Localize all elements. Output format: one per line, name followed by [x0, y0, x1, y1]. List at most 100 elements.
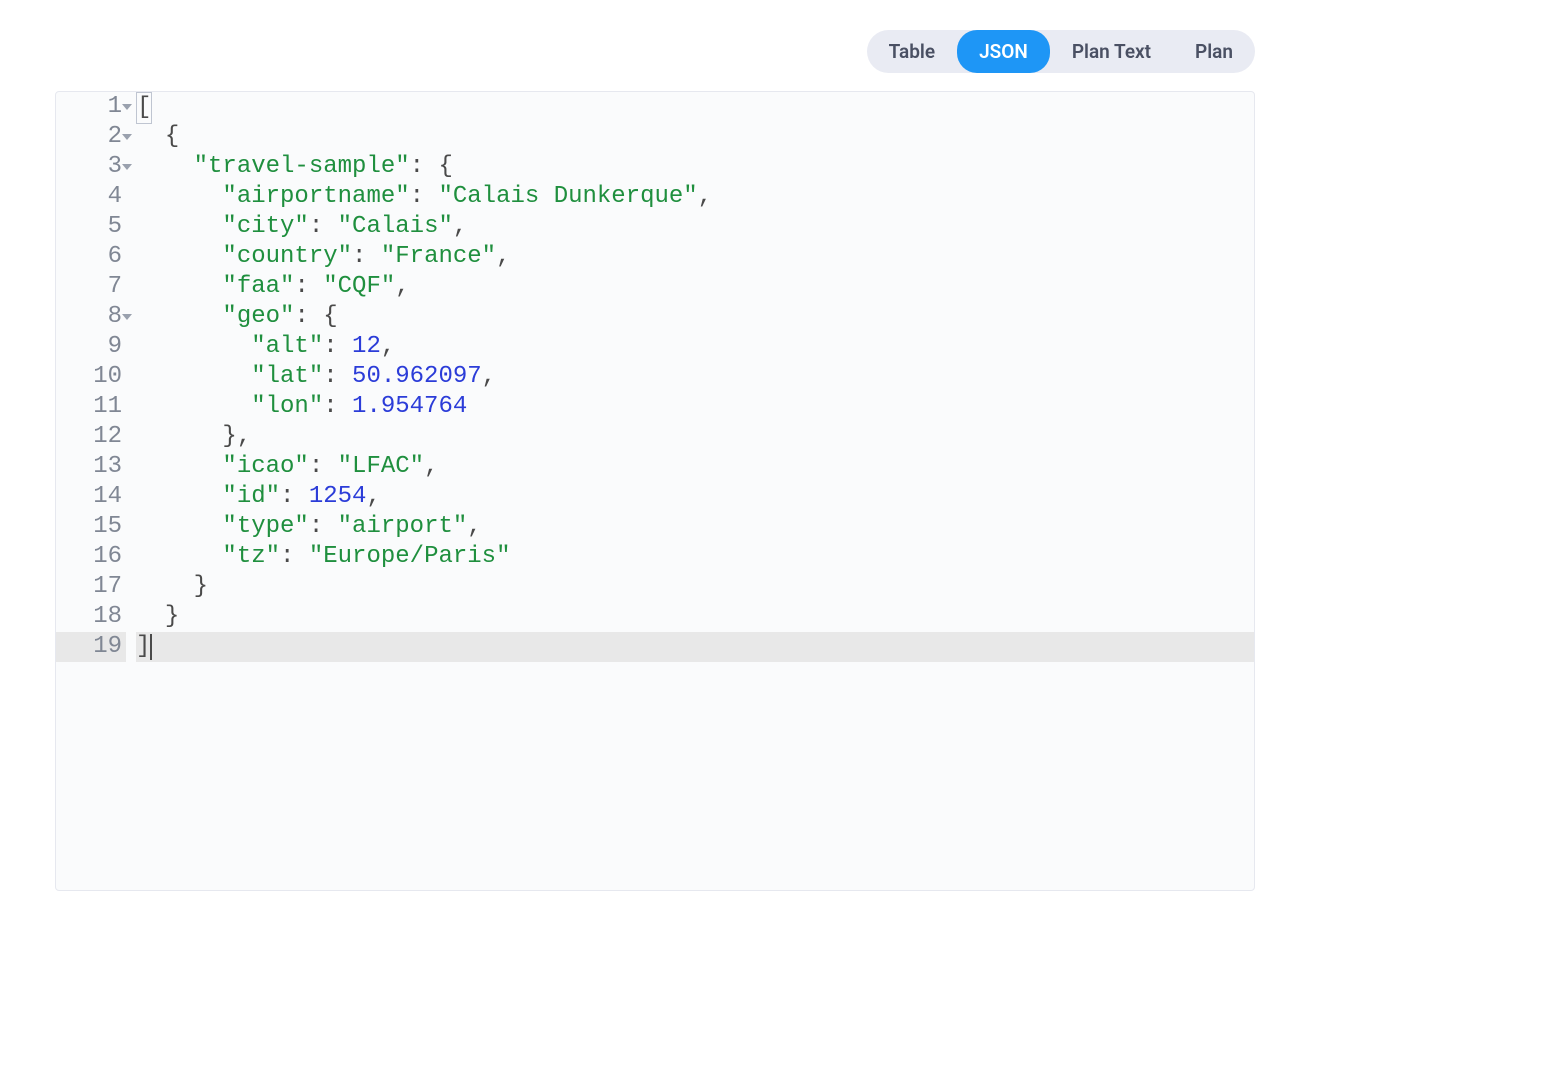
token-punct: , — [467, 513, 481, 540]
token-key: "alt" — [251, 333, 323, 360]
line-number: 11 — [56, 392, 126, 422]
code-line[interactable]: "id": 1254, — [136, 482, 1254, 512]
line-number: 1 — [56, 92, 126, 122]
line-number: 4 — [56, 182, 126, 212]
token-key: "country" — [222, 243, 352, 270]
code-line[interactable]: } — [136, 572, 1254, 602]
token-punct: : — [309, 213, 338, 240]
code-line[interactable]: { — [136, 122, 1254, 152]
code-area[interactable]: [ { "travel-sample": { "airportname": "C… — [136, 92, 1254, 890]
token-key: "geo" — [222, 303, 294, 330]
line-number: 16 — [56, 542, 126, 572]
line-number: 2 — [56, 122, 126, 152]
token-key: "airportname" — [222, 183, 409, 210]
token-punct: { — [165, 123, 179, 150]
code-line[interactable]: "travel-sample": { — [136, 152, 1254, 182]
token-key: "travel-sample" — [194, 153, 410, 180]
token-punct: : — [410, 153, 439, 180]
code-line[interactable]: "airportname": "Calais Dunkerque", — [136, 182, 1254, 212]
line-number: 13 — [56, 452, 126, 482]
code-line[interactable]: "type": "airport", — [136, 512, 1254, 542]
token-num: 1.954764 — [352, 393, 467, 420]
token-punct: : — [309, 513, 338, 540]
code-line[interactable]: "lon": 1.954764 — [136, 392, 1254, 422]
line-number: 14 — [56, 482, 126, 512]
tab-json[interactable]: JSON — [957, 30, 1050, 73]
token-punct: , — [366, 483, 380, 510]
token-punct: , — [453, 213, 467, 240]
token-punct: [ — [136, 92, 152, 124]
code-line[interactable]: "lat": 50.962097, — [136, 362, 1254, 392]
token-punct: { — [438, 153, 452, 180]
token-punct: }, — [222, 423, 251, 450]
token-str: "Calais Dunkerque" — [438, 183, 697, 210]
line-number: 15 — [56, 512, 126, 542]
token-punct: , — [395, 273, 409, 300]
line-number: 5 — [56, 212, 126, 242]
token-key: "lon" — [251, 393, 323, 420]
token-punct: : — [280, 483, 309, 510]
token-punct: , — [381, 333, 395, 360]
line-number: 10 — [56, 362, 126, 392]
token-punct: : — [294, 303, 323, 330]
gutter: 12345678910111213141516171819 — [56, 92, 136, 890]
token-key: "id" — [222, 483, 280, 510]
token-key: "tz" — [222, 543, 280, 570]
token-str: "Europe/Paris" — [309, 543, 511, 570]
token-punct: , — [698, 183, 712, 210]
token-punct: } — [194, 573, 208, 600]
token-key: "type" — [222, 513, 308, 540]
token-str: "LFAC" — [338, 453, 424, 480]
code-line[interactable]: "alt": 12, — [136, 332, 1254, 362]
code-line[interactable]: [ — [136, 92, 1254, 122]
code-line[interactable]: } — [136, 602, 1254, 632]
token-key: "lat" — [251, 363, 323, 390]
view-tabs: Table JSON Plan Text Plan — [55, 30, 1255, 73]
token-key: "city" — [222, 213, 308, 240]
line-number: 9 — [56, 332, 126, 362]
tab-group: Table JSON Plan Text Plan — [867, 30, 1255, 73]
code-editor[interactable]: 12345678910111213141516171819 [ { "trave… — [55, 91, 1255, 891]
token-punct: : — [294, 273, 323, 300]
token-punct: , — [482, 363, 496, 390]
code-line[interactable]: "tz": "Europe/Paris" — [136, 542, 1254, 572]
code-line[interactable]: "country": "France", — [136, 242, 1254, 272]
token-punct: { — [323, 303, 337, 330]
token-num: 12 — [352, 333, 381, 360]
line-number: 19 — [56, 632, 126, 662]
token-key: "faa" — [222, 273, 294, 300]
code-line[interactable]: ] — [136, 632, 1254, 662]
token-num: 50.962097 — [352, 363, 482, 390]
token-punct: , — [424, 453, 438, 480]
token-punct: : — [309, 453, 338, 480]
code-line[interactable]: "icao": "LFAC", — [136, 452, 1254, 482]
token-str: "Calais" — [338, 213, 453, 240]
token-punct: ] — [136, 633, 150, 660]
token-punct: : — [410, 183, 439, 210]
code-line[interactable]: "faa": "CQF", — [136, 272, 1254, 302]
tab-plan-text[interactable]: Plan Text — [1050, 30, 1173, 73]
line-number: 8 — [56, 302, 126, 332]
code-line[interactable]: "city": "Calais", — [136, 212, 1254, 242]
line-number: 12 — [56, 422, 126, 452]
line-number: 3 — [56, 152, 126, 182]
token-punct: : — [323, 363, 352, 390]
token-key: "icao" — [222, 453, 308, 480]
token-str: "CQF" — [323, 273, 395, 300]
token-punct: } — [165, 603, 179, 630]
token-punct: : — [280, 543, 309, 570]
token-punct: : — [323, 393, 352, 420]
token-punct: : — [323, 333, 352, 360]
token-str: "France" — [381, 243, 496, 270]
token-punct: : — [352, 243, 381, 270]
line-number: 17 — [56, 572, 126, 602]
line-number: 6 — [56, 242, 126, 272]
token-num: 1254 — [309, 483, 367, 510]
tab-plan[interactable]: Plan — [1173, 30, 1255, 73]
token-str: "airport" — [338, 513, 468, 540]
code-line[interactable]: }, — [136, 422, 1254, 452]
cursor — [150, 634, 152, 660]
line-number: 7 — [56, 272, 126, 302]
code-line[interactable]: "geo": { — [136, 302, 1254, 332]
tab-table[interactable]: Table — [867, 30, 957, 73]
